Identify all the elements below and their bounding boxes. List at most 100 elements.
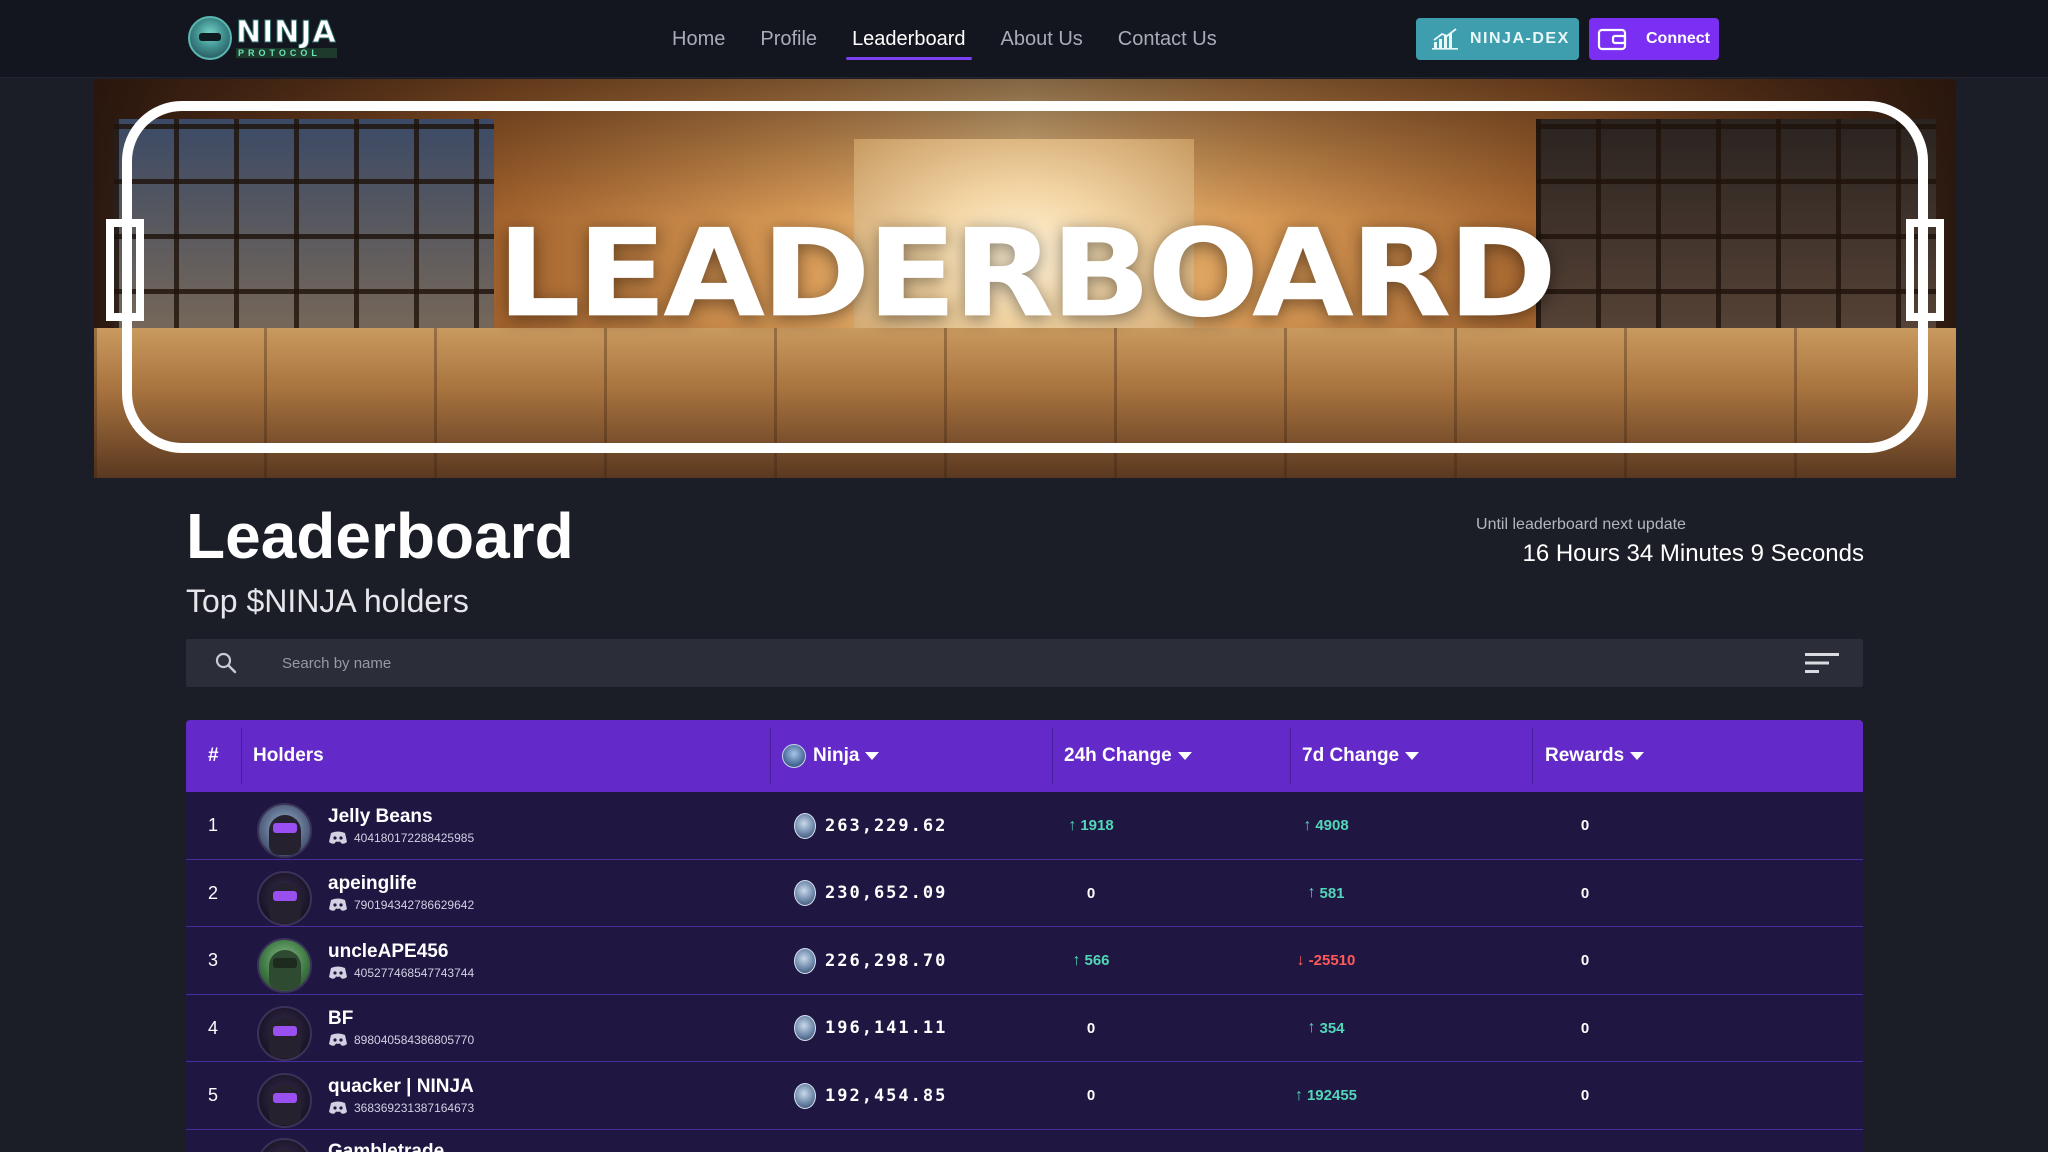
column-rewards-label: Rewards bbox=[1545, 745, 1625, 766]
holder-cell: quacker | NINJA 368369231387164673 bbox=[328, 1062, 474, 1129]
nav-link-contact-us[interactable]: Contact Us bbox=[1118, 0, 1217, 78]
column-24h-change[interactable]: 24h Change bbox=[1064, 720, 1192, 792]
arrow-icon: ↑ bbox=[1307, 1019, 1316, 1037]
connect-wallet-button[interactable]: Connect bbox=[1589, 18, 1719, 60]
avatar[interactable] bbox=[257, 1137, 312, 1152]
ninja-balance-cell: 263,229.62 bbox=[794, 792, 947, 859]
table-body: 1 Jelly Beans 404180172288425985 263,229… bbox=[186, 792, 1863, 1152]
search-input[interactable] bbox=[282, 639, 1682, 687]
change-7d-cell: ↑ 192455 bbox=[1295, 1062, 1357, 1129]
nav-link-home[interactable]: Home bbox=[672, 0, 725, 78]
arrow-icon: ↑ bbox=[1303, 816, 1312, 834]
change-24h-cell: ↑ 566 bbox=[1072, 927, 1109, 994]
change-7d-value: 192455 bbox=[1306, 1087, 1358, 1105]
page-subtitle: Top $NINJA holders bbox=[186, 583, 469, 619]
banner-title: LEADERBOARD bbox=[496, 203, 1557, 345]
ninja-coin-icon bbox=[794, 880, 816, 907]
column-ninja[interactable]: Ninja bbox=[782, 720, 880, 792]
ninja-coin-icon bbox=[782, 744, 806, 768]
column-7d-change-label: 7d Change bbox=[1302, 745, 1400, 766]
sort-caret-icon bbox=[865, 752, 880, 760]
change-24h-cell: ↑ 1918 bbox=[1068, 792, 1113, 859]
holder-cell: BF 898040584386805770 bbox=[328, 995, 474, 1062]
nav-link-leaderboard[interactable]: Leaderboard bbox=[846, 0, 972, 78]
ninja-logo-icon bbox=[188, 16, 232, 60]
sort-filter-icon[interactable] bbox=[1805, 651, 1839, 675]
search-bar bbox=[186, 639, 1863, 687]
sort-caret-icon bbox=[1177, 752, 1192, 760]
change-7d-value: 354 bbox=[1319, 1019, 1345, 1037]
chart-growth-icon bbox=[1432, 28, 1458, 50]
change-24h-value: 0 bbox=[1086, 1087, 1096, 1105]
discord-icon bbox=[329, 898, 347, 911]
leaderboard-banner: LEADERBOARD bbox=[94, 79, 1956, 478]
holder-cell: Jelly Beans 404180172288425985 bbox=[328, 792, 474, 859]
table-row[interactable]: 3 uncleAPE456 405277468547743744 226,298… bbox=[186, 927, 1863, 995]
table-row[interactable]: 2 apeinglife 790194342786629642 230,652.… bbox=[186, 859, 1863, 928]
discord-icon bbox=[329, 1101, 347, 1114]
holder-discord-id: 898040584386805770 bbox=[328, 1032, 474, 1048]
holder-discord-id: 368369231387164673 bbox=[328, 1100, 474, 1116]
nav-link-profile[interactable]: Profile bbox=[760, 0, 817, 78]
change-7d-cell: ↓ -25510 bbox=[1297, 927, 1356, 994]
avatar[interactable] bbox=[257, 803, 312, 858]
column-rewards[interactable]: Rewards bbox=[1545, 720, 1645, 792]
connect-label: Connect bbox=[1646, 30, 1710, 47]
nav-link-about-us[interactable]: About Us bbox=[1001, 0, 1083, 78]
avatar[interactable] bbox=[257, 938, 312, 994]
change-7d-value: -25510 bbox=[1308, 952, 1356, 970]
change-24h-value: 1918 bbox=[1080, 817, 1114, 834]
holder-id-text: 368369231387164673 bbox=[354, 1100, 475, 1115]
avatar[interactable] bbox=[257, 1073, 312, 1129]
change-24h-value: 0 bbox=[1086, 1019, 1096, 1037]
nav-links: Home Profile Leaderboard About Us Contac… bbox=[672, 0, 1252, 78]
rewards-cell: 0 bbox=[1580, 1087, 1590, 1105]
holder-name[interactable]: uncleAPE456 bbox=[328, 941, 448, 963]
table-row[interactable]: Gambletrade bbox=[186, 1129, 1863, 1152]
rank-cell: 5 bbox=[208, 1085, 219, 1106]
column-7d-change[interactable]: 7d Change bbox=[1302, 720, 1420, 792]
leaderboard-table: # Holders Ninja 24h Change 7d Change Rew… bbox=[186, 720, 1863, 1152]
arrow-icon: ↑ bbox=[1068, 816, 1077, 834]
holder-name[interactable]: apeinglife bbox=[328, 873, 417, 895]
ninja-dex-button[interactable]: NINJA-DEX bbox=[1416, 18, 1579, 60]
holder-cell: uncleAPE456 405277468547743744 bbox=[328, 927, 474, 994]
rewards-cell: 0 bbox=[1580, 1019, 1590, 1037]
ninja-protocol-logo[interactable]: NINJA PROTOCOL bbox=[188, 16, 337, 60]
discord-icon bbox=[329, 831, 347, 844]
avatar[interactable] bbox=[257, 1005, 312, 1061]
logo-subtitle: PROTOCOL bbox=[236, 48, 337, 58]
ninja-balance-cell: 230,652.09 bbox=[794, 860, 947, 927]
holder-name[interactable]: Gambletrade bbox=[328, 1141, 444, 1152]
avatar[interactable] bbox=[257, 870, 312, 926]
table-row[interactable]: 5 quacker | NINJA 368369231387164673 192… bbox=[186, 1062, 1863, 1130]
change-24h-cell: 0 bbox=[1087, 995, 1095, 1062]
holder-discord-id: 405277468547743744 bbox=[328, 965, 474, 981]
change-7d-value: 4908 bbox=[1315, 817, 1349, 834]
holder-id-text: 404180172288425985 bbox=[354, 830, 475, 845]
ninja-balance: 230,652.09 bbox=[825, 883, 948, 904]
ninja-dex-label: NINJA-DEX bbox=[1470, 30, 1570, 47]
ninja-balance-cell: 226,298.70 bbox=[794, 927, 947, 994]
rank-cell: 4 bbox=[208, 1017, 219, 1038]
table-row[interactable]: 4 BF 898040584386805770 196,141.11 0 ↑ 3… bbox=[186, 994, 1863, 1063]
holder-cell: apeinglife 790194342786629642 bbox=[328, 860, 474, 927]
holder-name[interactable]: quacker | NINJA bbox=[328, 1076, 474, 1098]
logo-word: NINJA bbox=[236, 15, 337, 50]
top-navbar: NINJA PROTOCOL Home Profile Leaderboard … bbox=[0, 0, 2048, 78]
holder-id-text: 405277468547743744 bbox=[354, 965, 475, 980]
holder-name[interactable]: BF bbox=[328, 1008, 353, 1030]
table-row[interactable]: 1 Jelly Beans 404180172288425985 263,229… bbox=[186, 792, 1863, 860]
holder-name[interactable]: Jelly Beans bbox=[328, 806, 433, 828]
ninja-balance: 196,141.11 bbox=[825, 1018, 948, 1039]
ninja-balance: 226,298.70 bbox=[825, 950, 948, 971]
rank-cell: 2 bbox=[208, 882, 219, 903]
change-7d-cell: ↑ 354 bbox=[1307, 995, 1344, 1062]
wallet-icon bbox=[1597, 28, 1627, 51]
discord-icon bbox=[329, 966, 347, 979]
column-ninja-label: Ninja bbox=[813, 745, 860, 766]
holder-id-text: 790194342786629642 bbox=[354, 898, 475, 913]
holder-cell: Gambletrade bbox=[328, 1130, 444, 1152]
change-7d-cell: ↑ 581 bbox=[1307, 860, 1344, 927]
update-timer-value: 16 Hours 34 Minutes 9 Seconds bbox=[1522, 540, 1864, 567]
